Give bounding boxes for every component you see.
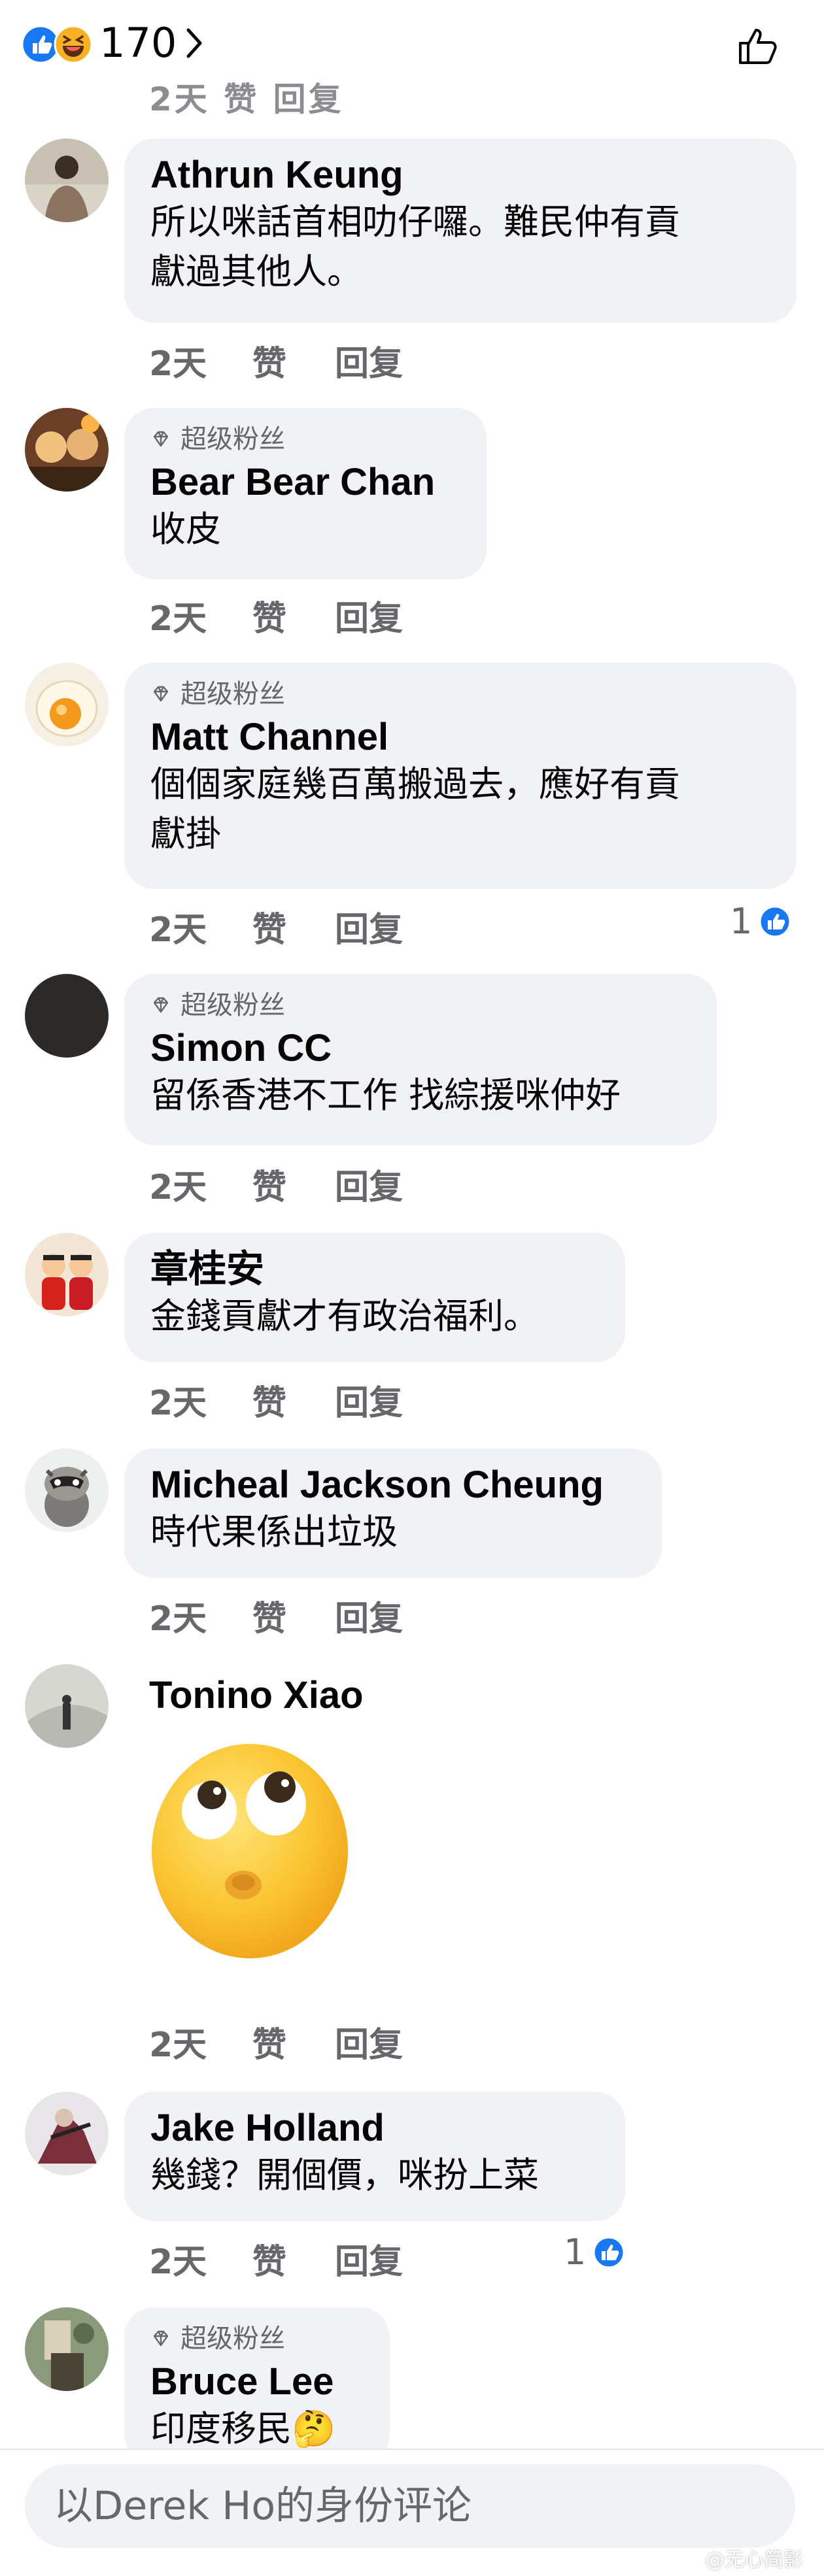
commenter-name[interactable]: Simon CC bbox=[150, 1026, 691, 1071]
like-button[interactable]: 赞 bbox=[252, 591, 335, 640]
comment-composer-bar: 以Derek Ho的身份评论 @无心简影 bbox=[0, 2449, 824, 2576]
avatar[interactable] bbox=[25, 408, 109, 492]
avatar[interactable] bbox=[25, 1233, 109, 1316]
commenter-name[interactable]: Tonino Xiao bbox=[149, 1673, 364, 1718]
comment-bubble: Micheal Jackson Cheung 時代果係出垃圾 bbox=[124, 1448, 662, 1578]
commenter-name[interactable]: 章桂安 bbox=[150, 1247, 599, 1292]
comment-time: 2天 bbox=[149, 2026, 207, 2065]
comment-bubble: 章桂安 金錢貢獻才有政治福利。 bbox=[124, 1233, 625, 1362]
cut-off-action-row: 2天 赞 回复 bbox=[149, 80, 344, 118]
diamond-icon bbox=[153, 2330, 169, 2347]
comment-reactions[interactable]: 1 bbox=[730, 901, 791, 942]
comment-actions: 2天 赞 回复 bbox=[149, 1375, 403, 1424]
avatar[interactable] bbox=[25, 139, 109, 222]
like-button[interactable]: 赞 bbox=[252, 902, 335, 951]
watermark: @无心简影 bbox=[705, 2549, 803, 2571]
comment-reactions[interactable]: 1 bbox=[564, 2232, 625, 2273]
comment-actions: 2天 赞 回复 bbox=[149, 1591, 403, 1640]
comment-actions: 2天 赞 回复 bbox=[149, 1160, 403, 1209]
diamond-icon bbox=[153, 997, 169, 1013]
reactions-summary-bar[interactable]: 170 2天 赞 回复 bbox=[0, 0, 824, 118]
like-button[interactable]: 赞 bbox=[252, 336, 335, 385]
commenter-name[interactable]: Matt Channel bbox=[150, 715, 770, 760]
commenter-name[interactable]: Bruce Lee bbox=[150, 2360, 364, 2404]
super-fan-badge: 超级粉丝 bbox=[150, 2322, 364, 2356]
comment-time: 2天 bbox=[149, 2243, 207, 2282]
like-icon bbox=[592, 2236, 625, 2268]
comment-bubble: 超级粉丝 Simon CC 留係香港不工作 找綜援咪仲好 bbox=[124, 974, 717, 1145]
reply-button[interactable]: 回复 bbox=[335, 591, 403, 640]
reply-button[interactable]: 回复 bbox=[335, 902, 403, 951]
comment-time: 2天 bbox=[149, 344, 207, 384]
commenter-name[interactable]: Athrun Keung bbox=[150, 153, 770, 197]
comment-text: 幾錢？開個價，咪扮上菜 bbox=[150, 2154, 539, 2196]
comment-time: 2天 bbox=[149, 1599, 207, 1639]
avatar[interactable] bbox=[25, 2307, 109, 2391]
comment-actions: 2天 赞 回复 bbox=[149, 2017, 403, 2066]
comment-bubble: 超级粉丝 Matt Channel 個個家庭幾百萬搬過去，應好有貢 獻掛 bbox=[124, 663, 797, 889]
super-fan-badge: 超级粉丝 bbox=[150, 422, 460, 456]
like-button[interactable]: 赞 bbox=[252, 1375, 335, 1424]
reply-button[interactable]: 回复 bbox=[335, 2234, 403, 2283]
reply-button[interactable]: 回复 bbox=[335, 336, 403, 385]
comment-bubble: Jake Holland 幾錢？開個價，咪扮上菜 bbox=[124, 2092, 625, 2221]
like-button[interactable]: 赞 bbox=[252, 2017, 335, 2066]
reply-button[interactable]: 回复 bbox=[335, 1160, 403, 1209]
comment-text: 個個家庭幾百萬搬過去，應好有貢 獻掛 bbox=[150, 763, 680, 854]
comment-bubble: 超级粉丝 Bruce Lee 印度移民🤔 bbox=[124, 2307, 390, 2464]
commenter-name[interactable]: Bear Bear Chan bbox=[150, 460, 460, 505]
comment-text: 所以咪話首相叻仔囉。難民仲有貢 獻過其他人。 bbox=[150, 201, 680, 292]
like-count: 170 bbox=[99, 19, 177, 67]
diamond-icon bbox=[153, 431, 169, 447]
eye-roll-emoji-sticker[interactable] bbox=[145, 1739, 354, 1961]
like-icon bbox=[759, 905, 791, 937]
haha-icon bbox=[54, 25, 93, 64]
comment-time: 2天 bbox=[149, 1168, 207, 1207]
reaction-count: 1 bbox=[564, 2232, 587, 2273]
comment-time: 2天 bbox=[149, 599, 207, 639]
like-button[interactable]: 赞 bbox=[252, 2234, 335, 2283]
comment-text: 金錢貢獻才有政治福利。 bbox=[150, 1296, 539, 1337]
reply-button[interactable]: 回复 bbox=[335, 1591, 403, 1640]
comment-time: 2天 bbox=[149, 911, 207, 950]
avatar[interactable] bbox=[25, 1664, 109, 1748]
comment-text: 收皮 bbox=[150, 509, 221, 550]
reaction-icons bbox=[21, 25, 93, 64]
super-fan-badge: 超级粉丝 bbox=[150, 677, 770, 711]
avatar[interactable] bbox=[25, 974, 109, 1058]
comment-bubble: 超级粉丝 Bear Bear Chan 收皮 bbox=[124, 408, 487, 579]
comment-bubble: Athrun Keung 所以咪話首相叻仔囉。難民仲有貢 獻過其他人。 bbox=[124, 139, 797, 323]
reply-button[interactable]: 回复 bbox=[335, 2017, 403, 2066]
comment-actions: 2天 赞 回复 bbox=[149, 591, 403, 640]
avatar[interactable] bbox=[25, 2092, 109, 2175]
comment-text: 印度移民🤔 bbox=[150, 2408, 336, 2449]
like-button[interactable]: 赞 bbox=[252, 1160, 335, 1209]
comment-text: 留係香港不工作 找綜援咪仲好 bbox=[150, 1075, 621, 1116]
avatar[interactable] bbox=[25, 663, 109, 746]
reaction-count: 1 bbox=[730, 901, 753, 942]
super-fan-badge: 超级粉丝 bbox=[150, 988, 691, 1022]
comment-actions: 2天 赞 回复 bbox=[149, 902, 403, 951]
comment-input[interactable]: 以Derek Ho的身份评论 bbox=[25, 2464, 795, 2548]
comment-text: 時代果係出垃圾 bbox=[150, 1511, 398, 1552]
like-button[interactable]: 赞 bbox=[252, 1591, 335, 1640]
thumbs-up-icon[interactable] bbox=[735, 22, 781, 68]
chevron-right-icon[interactable] bbox=[180, 24, 209, 63]
commenter-name[interactable]: Jake Holland bbox=[150, 2106, 599, 2150]
comment-time: 2天 bbox=[149, 1384, 207, 1423]
comment-actions: 2天 赞 回复 bbox=[149, 336, 403, 385]
avatar[interactable] bbox=[25, 1448, 109, 1532]
like-icon bbox=[21, 25, 60, 64]
commenter-name[interactable]: Micheal Jackson Cheung bbox=[150, 1463, 636, 1507]
reply-button[interactable]: 回复 bbox=[335, 1375, 403, 1424]
diamond-icon bbox=[153, 686, 169, 702]
comment-actions: 2天 赞 回复 bbox=[149, 2234, 403, 2283]
